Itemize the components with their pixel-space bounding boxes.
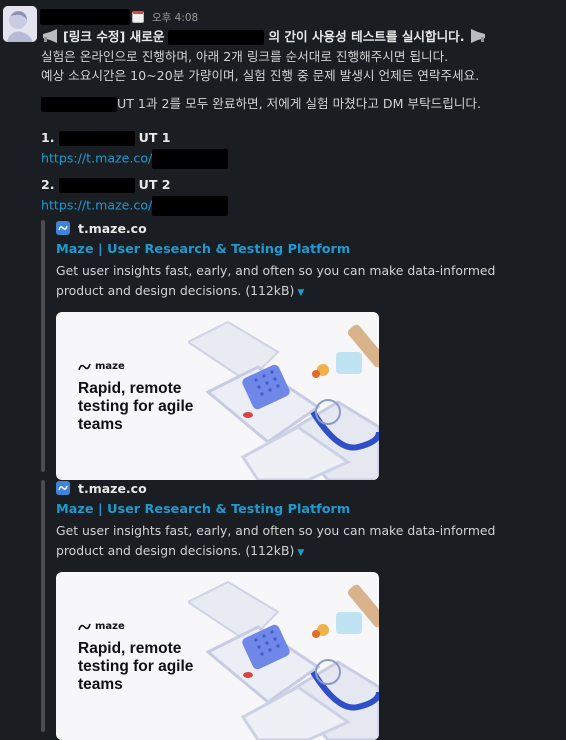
preview-site-name: t.maze.co (78, 480, 147, 496)
message-line-4: UT 1과 2를 모두 완료하면, 저에게 실험 마쳤다고 DM 부탁드립니다. (41, 95, 481, 113)
avatar-image (3, 6, 37, 42)
message-line-2: 실험은 온라인으로 진행하며, 아래 2개 링크를 순서대로 진행해주시면 됩니… (41, 49, 449, 64)
preview-bar (41, 220, 45, 472)
preview-site-row: t.maze.co (56, 480, 551, 496)
card-headline: Rapid, remote testing for agile teams (78, 640, 194, 693)
list-label: UT 1 (138, 130, 171, 145)
card-brand: maze (78, 361, 125, 372)
redacted-text (58, 178, 135, 193)
card-illustration (188, 320, 379, 480)
message-title-suffix: 의 간이 사용성 테스트를 실시합니다. (268, 29, 465, 44)
link-preview: t.maze.co Maze | User Research & Testing… (41, 220, 551, 480)
preview-image[interactable]: maze Rapid, remote testing for agile tea… (56, 312, 379, 480)
ut-link[interactable]: https://t.maze.co/ (41, 151, 152, 166)
preview-file-size: (112kB) (245, 283, 295, 298)
card-illustration (188, 580, 379, 740)
message-header: 오후 4:08 (40, 8, 198, 26)
sender-name-redacted[interactable] (40, 9, 130, 25)
card-brand: maze (78, 621, 125, 632)
message-timestamp[interactable]: 오후 4:08 (152, 10, 198, 25)
card-headline: Rapid, remote testing for agile teams (78, 380, 194, 433)
list-label: UT 2 (138, 177, 171, 192)
redacted-link-tail[interactable] (152, 149, 229, 169)
preview-file-size: (112kB) (245, 543, 295, 558)
list-number: 1. (41, 130, 55, 145)
preview-bar (41, 480, 45, 732)
maze-logo-icon (78, 623, 91, 630)
preview-description: Get user insights fast, early, and often… (56, 261, 546, 303)
megaphone-icon (470, 29, 485, 43)
preview-image[interactable]: maze Rapid, remote testing for agile tea… (56, 572, 379, 740)
ut-link[interactable]: https://t.maze.co/ (41, 198, 152, 213)
link-preview: t.maze.co Maze | User Research & Testing… (41, 480, 551, 740)
preview-title-link[interactable]: Maze | User Research & Testing Platform (56, 502, 551, 517)
list-item: 1. UT 1 (41, 129, 171, 147)
collapse-caret-icon[interactable]: ▼ (297, 548, 304, 558)
maze-logo-icon (78, 363, 91, 370)
list-number: 2. (41, 177, 55, 192)
redacted-text (168, 30, 265, 45)
preview-site-row: t.maze.co (56, 220, 551, 236)
list-item: 2. UT 2 (41, 176, 171, 194)
redacted-text (58, 131, 135, 146)
message-line-1: [링크 수정] 새로운 의 간이 사용성 테스트를 실시합니다. (41, 28, 487, 46)
card-brand-name: maze (95, 361, 125, 372)
preview-description: Get user insights fast, early, and often… (56, 521, 546, 563)
card-brand-name: maze (95, 621, 125, 632)
list-link-row: https://t.maze.co/ (41, 196, 229, 216)
maze-favicon-icon (56, 221, 70, 235)
avatar[interactable] (3, 6, 37, 42)
collapse-caret-icon[interactable]: ▼ (297, 288, 304, 298)
maze-favicon-icon (56, 481, 70, 495)
message-line-3: 예상 소요시간은 10~20분 가량이며, 실험 진행 중 문제 발생시 언제든… (41, 68, 480, 83)
calendar-status-icon (132, 11, 144, 23)
megaphone-icon (43, 29, 57, 43)
message-line-4-text: UT 1과 2를 모두 완료하면, 저에게 실험 마쳤다고 DM 부탁드립니다. (117, 96, 482, 111)
message-title-prefix: [링크 수정] 새로운 (63, 29, 165, 44)
preview-site-name: t.maze.co (78, 220, 147, 236)
list-link-row: https://t.maze.co/ (41, 149, 229, 169)
redacted-text (41, 97, 117, 112)
redacted-link-tail[interactable] (152, 196, 229, 216)
preview-title-link[interactable]: Maze | User Research & Testing Platform (56, 242, 551, 257)
